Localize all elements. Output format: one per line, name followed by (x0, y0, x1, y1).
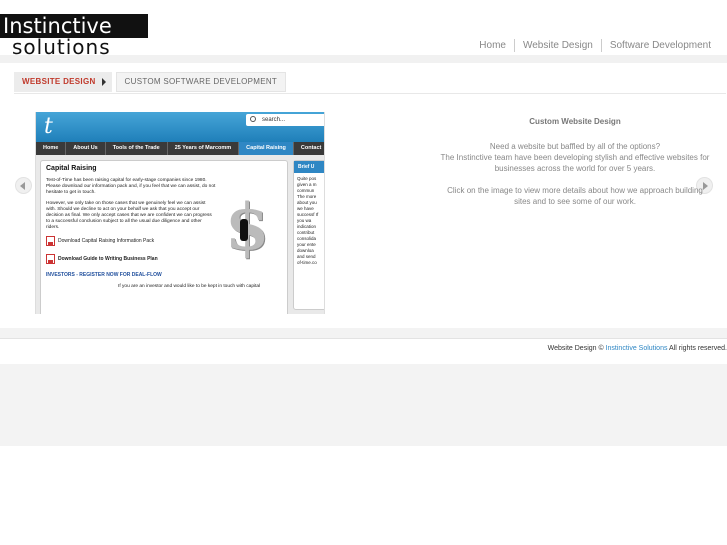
preview-nav-item: About Us (66, 142, 106, 155)
preview-download-label: Download Guide to Writing Business Plan (58, 256, 158, 262)
slider-bottom-band (0, 328, 727, 338)
dollar-sign-graphic: $ (225, 193, 271, 263)
preview-foot-text: If you are an investor and would like to… (118, 284, 261, 289)
footer-copyright: Website Design © Instinctive Solutions A… (548, 345, 727, 352)
preview-body: Capital Raising Test-of-Time has been ra… (36, 155, 324, 314)
nav-link-home[interactable]: Home (479, 39, 514, 52)
preview-logo: t (44, 114, 53, 139)
search-icon (250, 116, 256, 122)
preview-nav-item: Home (36, 142, 67, 155)
preview-investors-link: INVESTORS - REGISTER NOW FOR DEAL-FLOW (46, 272, 162, 278)
caret-right-icon (101, 78, 106, 86)
slide-line-1: Need a website but baffled by all of the… (489, 142, 661, 151)
footer-suffix: All rights reserved. (669, 345, 727, 352)
slide-description: Custom Website Design Need a website but… (440, 116, 710, 218)
preview-header: t search... (36, 112, 324, 142)
footer-band (0, 364, 727, 446)
preview-nav: Home About Us Tools of the Trade 25 Year… (36, 142, 324, 155)
pdf-icon (46, 236, 55, 246)
preview-paragraph: However, we only take on those cases tha… (46, 201, 212, 230)
slider-tabs: WEBSITE DESIGN CUSTOM SOFTWARE DEVELOPME… (14, 72, 287, 92)
preview-side-heading: Brief U (294, 161, 324, 173)
slide-line-3: Click on the image to view more details … (447, 186, 703, 206)
preview-nav-item: Contact (294, 142, 324, 155)
top-navigation: Home Website Design Software Development (479, 39, 711, 52)
preview-search-box: search... (246, 114, 324, 126)
website-preview-image[interactable]: t search... Home About Us Tools of the T… (35, 112, 325, 314)
preview-main-panel: Capital Raising Test-of-Time has been ra… (40, 160, 288, 314)
tab-custom-software-development[interactable]: CUSTOM SOFTWARE DEVELOPMENT (115, 72, 287, 92)
preview-paragraph: Test-of-Time has been raising capital fo… (46, 178, 216, 195)
nav-link-software-development[interactable]: Software Development (600, 39, 711, 52)
logo-line-2: solutions (12, 35, 111, 59)
pdf-icon (46, 254, 55, 264)
preview-nav-item-active: Capital Raising (239, 142, 294, 155)
tab-divider (14, 93, 726, 94)
nav-link-website-design[interactable]: Website Design (513, 39, 601, 52)
climber-figure-graphic (240, 219, 248, 241)
preview-heading: Capital Raising (46, 165, 97, 172)
preview-search-placeholder: search... (262, 117, 286, 123)
header-divider-band (0, 55, 727, 63)
footer-company-link[interactable]: Instinctive Solutions (606, 345, 668, 352)
slide-line-2: The Instinctive team have been developin… (440, 153, 710, 173)
tab-website-design[interactable]: WEBSITE DESIGN (14, 72, 112, 92)
preview-nav-item: Tools of the Trade (106, 142, 168, 155)
preview-side-text: Quite pos given a m commun The more abou… (297, 176, 319, 265)
slider-prev-arrow-icon[interactable] (15, 177, 32, 194)
site-logo[interactable]: Instinctive solutions (0, 14, 150, 59)
tab-custom-software-label: CUSTOM SOFTWARE DEVELOPMENT (124, 77, 278, 86)
preview-download-label: Download Capital Raising Information Pac… (58, 238, 155, 244)
slide-title: Custom Website Design (529, 117, 621, 126)
tab-website-design-label: WEBSITE DESIGN (22, 77, 96, 86)
footer-prefix: Website Design © (547, 345, 604, 352)
footer-divider (0, 338, 727, 339)
preview-side-panel: Brief U Quite pos given a m commun The m… (293, 160, 324, 310)
preview-nav-item: 25 Years of Marcomm (168, 142, 240, 155)
